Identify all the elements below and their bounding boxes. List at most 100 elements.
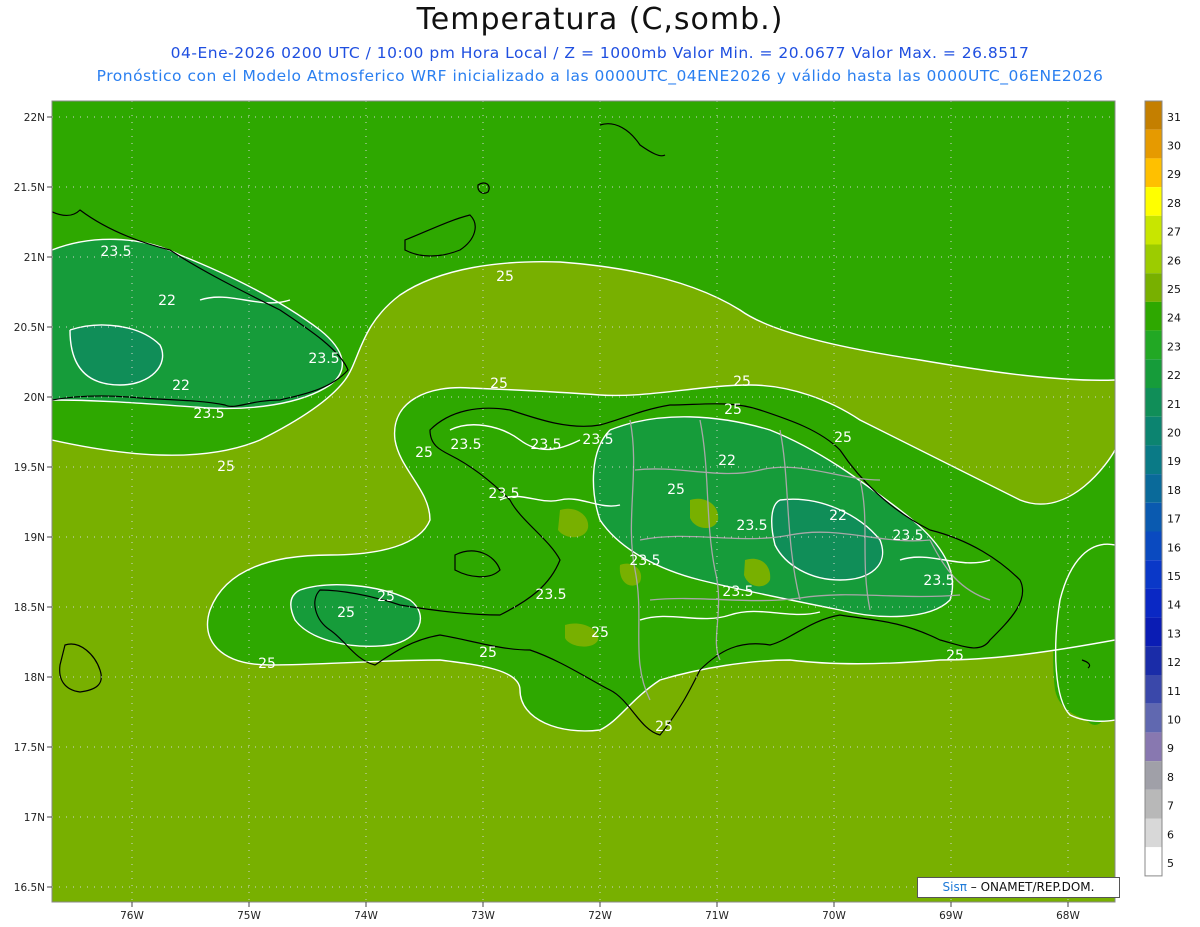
credit-text: – ONAMET/REP.DOM. <box>970 880 1095 894</box>
contour-label: 25 <box>834 430 852 446</box>
colorbar-swatch <box>1145 273 1162 302</box>
colorbar-label: 20 <box>1167 426 1181 439</box>
lat-tick-label: 16.5N <box>14 882 45 894</box>
colorbar-label: 30 <box>1167 139 1181 152</box>
colorbar-swatch <box>1145 588 1162 618</box>
contour-label: 23.5 <box>892 528 923 544</box>
lat-tick-label: 18N <box>24 672 45 684</box>
colorbar-swatch <box>1145 445 1162 475</box>
latitude-axis: 22N 21.5N 21N 20.5N 20N 19.5N 19N 18.5N 18N 17.5N… <box>14 112 52 894</box>
colorbar-label: 14 <box>1167 599 1181 612</box>
lon-tick-label: 76W <box>120 910 144 922</box>
colorbar-swatch <box>1145 474 1162 503</box>
contour-label: 23.5 <box>488 486 519 502</box>
colorbar-swatch <box>1145 789 1162 819</box>
contour-label: 23.5 <box>535 587 566 603</box>
colorbar-swatch <box>1145 244 1162 274</box>
lat-tick-label: 20.5N <box>14 322 45 334</box>
colorbar-swatch <box>1145 732 1162 762</box>
lat-tick-label: 18.5N <box>14 602 45 614</box>
colorbar-label: 12 <box>1167 656 1181 669</box>
contour-label: 25 <box>946 648 964 664</box>
contour-label: 25 <box>377 589 395 605</box>
lon-tick-label: 68W <box>1056 910 1080 922</box>
contour-label: 23.5 <box>736 518 767 534</box>
lon-tick-label: 69W <box>939 910 963 922</box>
lon-tick-label: 74W <box>354 910 378 922</box>
colorbar: 31 30 29 28 27 26 25 24 23 22 21 20 19 18 17 16 15 14 13 12… <box>1144 100 1181 877</box>
contour-label: 25 <box>667 482 685 498</box>
colorbar-label: 5 <box>1167 857 1174 870</box>
contour-label: 25 <box>496 269 514 285</box>
colorbar-label: 21 <box>1167 398 1181 411</box>
contour-label: 23.5 <box>450 437 481 453</box>
lat-tick-label: 22N <box>24 112 45 124</box>
colorbar-swatch <box>1145 847 1162 876</box>
colorbar-label: 31 <box>1167 111 1181 124</box>
colorbar-swatch <box>1145 388 1162 417</box>
contour-label: 22 <box>829 508 847 524</box>
colorbar-swatch <box>1145 330 1162 360</box>
colorbar-swatch <box>1145 818 1162 848</box>
colorbar-label: 19 <box>1167 455 1181 468</box>
colorbar-label: 16 <box>1167 541 1181 554</box>
lon-tick-label: 75W <box>237 910 261 922</box>
contour-label: 25 <box>217 459 235 475</box>
contour-label: 22 <box>172 378 190 394</box>
contour-label: 25 <box>479 645 497 661</box>
contour-label: 22 <box>158 293 176 309</box>
colorbar-swatch <box>1145 101 1162 130</box>
contour-label: 23.5 <box>923 573 954 589</box>
lon-tick-label: 72W <box>588 910 612 922</box>
credit-box: Sisπ – ONAMET/REP.DOM. <box>917 877 1120 898</box>
contour-label: 23.5 <box>100 244 131 260</box>
contour-label: 25 <box>733 374 751 390</box>
colorbar-label: 9 <box>1167 742 1174 755</box>
colorbar-label: 13 <box>1167 627 1181 640</box>
contour-label: 23.5 <box>193 406 224 422</box>
colorbar-label: 25 <box>1167 283 1181 296</box>
contour-label: 23.5 <box>530 437 561 453</box>
colorbar-swatch <box>1145 129 1162 159</box>
lat-tick-label: 17N <box>24 812 45 824</box>
temperature-map: 23.52223.52223.52525 252525 23.5 23.5 23.525… <box>14 100 1181 922</box>
brand-logo: Sisπ <box>942 880 967 894</box>
lat-tick-label: 19N <box>24 532 45 544</box>
lat-tick-label: 20N <box>24 392 45 404</box>
colorbar-label: 27 <box>1167 226 1181 239</box>
contour-label: 25 <box>337 605 355 621</box>
colorbar-label: 15 <box>1167 570 1181 583</box>
colorbar-label: 26 <box>1167 254 1181 267</box>
colorbar-swatch <box>1145 416 1162 446</box>
contour-label: 22 <box>718 453 736 469</box>
longitude-axis: 76W 75W 74W 73W 72W 71W 70W 69W 68W <box>120 902 1080 922</box>
colorbar-label: 8 <box>1167 771 1174 784</box>
colorbar-swatch <box>1145 761 1162 790</box>
colorbar-swatch <box>1145 560 1162 589</box>
colorbar-label: 28 <box>1167 197 1181 210</box>
colorbar-label: 22 <box>1167 369 1181 382</box>
contour-label: 25 <box>591 625 609 641</box>
contour-label: 23.5 <box>308 351 339 367</box>
colorbar-label: 11 <box>1167 685 1181 698</box>
colorbar-swatch <box>1145 617 1162 647</box>
colorbar-label: 18 <box>1167 484 1181 497</box>
colorbar-swatch <box>1145 531 1162 561</box>
contour-label: 23.5 <box>629 553 660 569</box>
contour-label: 25 <box>415 445 433 461</box>
lon-tick-label: 73W <box>471 910 495 922</box>
contour-label: 23.5 <box>722 584 753 600</box>
lon-tick-label: 71W <box>705 910 729 922</box>
contour-label: 23.5 <box>582 432 613 448</box>
colorbar-label: 29 <box>1167 168 1181 181</box>
colorbar-swatch <box>1145 158 1162 188</box>
colorbar-swatch <box>1145 703 1162 733</box>
lon-tick-label: 70W <box>822 910 846 922</box>
colorbar-swatch <box>1145 646 1162 675</box>
colorbar-swatch <box>1145 675 1162 704</box>
contour-label: 25 <box>490 376 508 392</box>
colorbar-label: 6 <box>1167 828 1174 841</box>
contour-label: 25 <box>258 656 276 672</box>
lat-tick-label: 19.5N <box>14 462 45 474</box>
map-plot-area: 23.52223.52223.52525 252525 23.5 23.5 23.525… <box>52 101 1115 902</box>
